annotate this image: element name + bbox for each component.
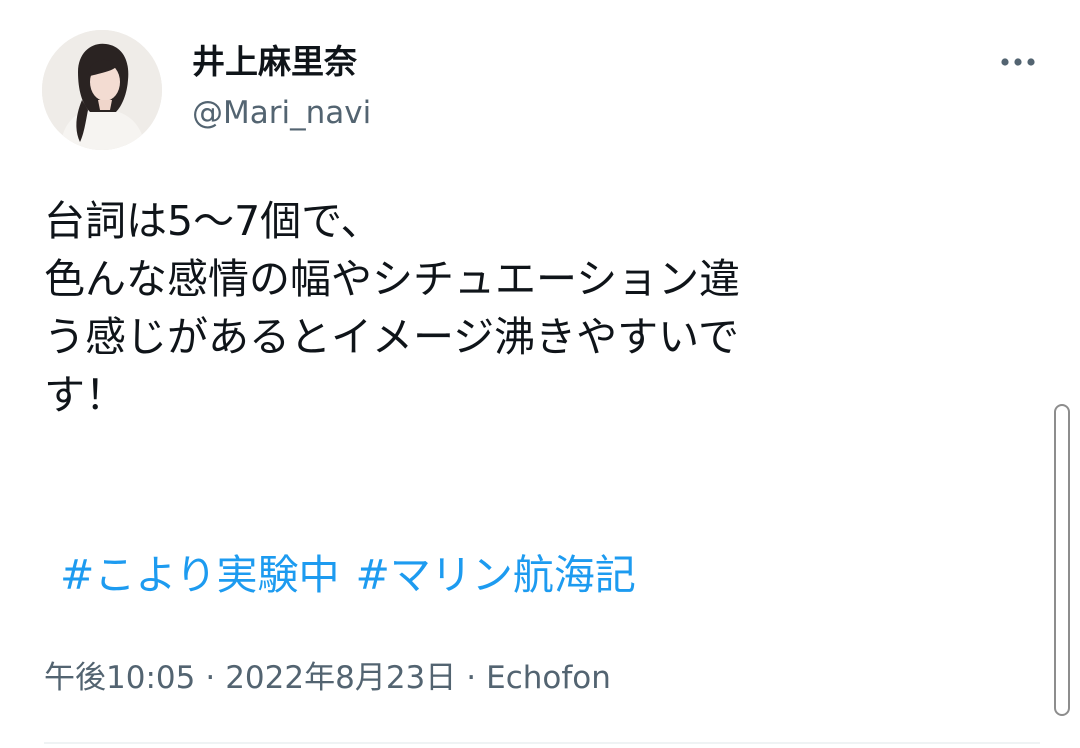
tweet-text-line: 色んな感情の幅やシチュエーション違 [44,255,741,303]
more-options-button[interactable] [996,46,1040,78]
display-name[interactable]: 井上麻里奈 [192,40,357,84]
scrollbar-thumb[interactable] [1054,404,1070,716]
tweet-metadata: 午後10:05 · 2022年8月23日 · Echofon [44,656,611,700]
more-horizontal-icon [1001,58,1035,66]
meta-separator: · [205,660,216,696]
tweet-text-line: 台詞は5〜7個で、 [44,197,382,245]
avatar[interactable] [42,30,162,150]
divider [44,742,1040,744]
tweet-source[interactable]: Echofon [486,660,611,696]
tweet-text: 台詞は5〜7個で、 色んな感情の幅やシチュエーション違 う感じがあるとイメージ沸… [44,192,1034,424]
tweet-text-line: う感じがあるとイメージ沸きやすいで [44,313,739,361]
tweet-time[interactable]: 午後10:05 [44,660,195,696]
tweet-date[interactable]: 2022年8月23日 [225,660,456,696]
profile-photo [42,30,162,150]
hashtag-link[interactable]: #こより実験中 [60,551,340,599]
tweet-text-line: す！ [44,371,126,419]
hashtag-list: #こより実験中 #マリン航海記 [60,546,636,604]
hashtag-link[interactable]: #マリン航海記 [356,551,636,599]
meta-separator: · [466,660,477,696]
user-handle[interactable]: @Mari_navi [192,92,371,134]
